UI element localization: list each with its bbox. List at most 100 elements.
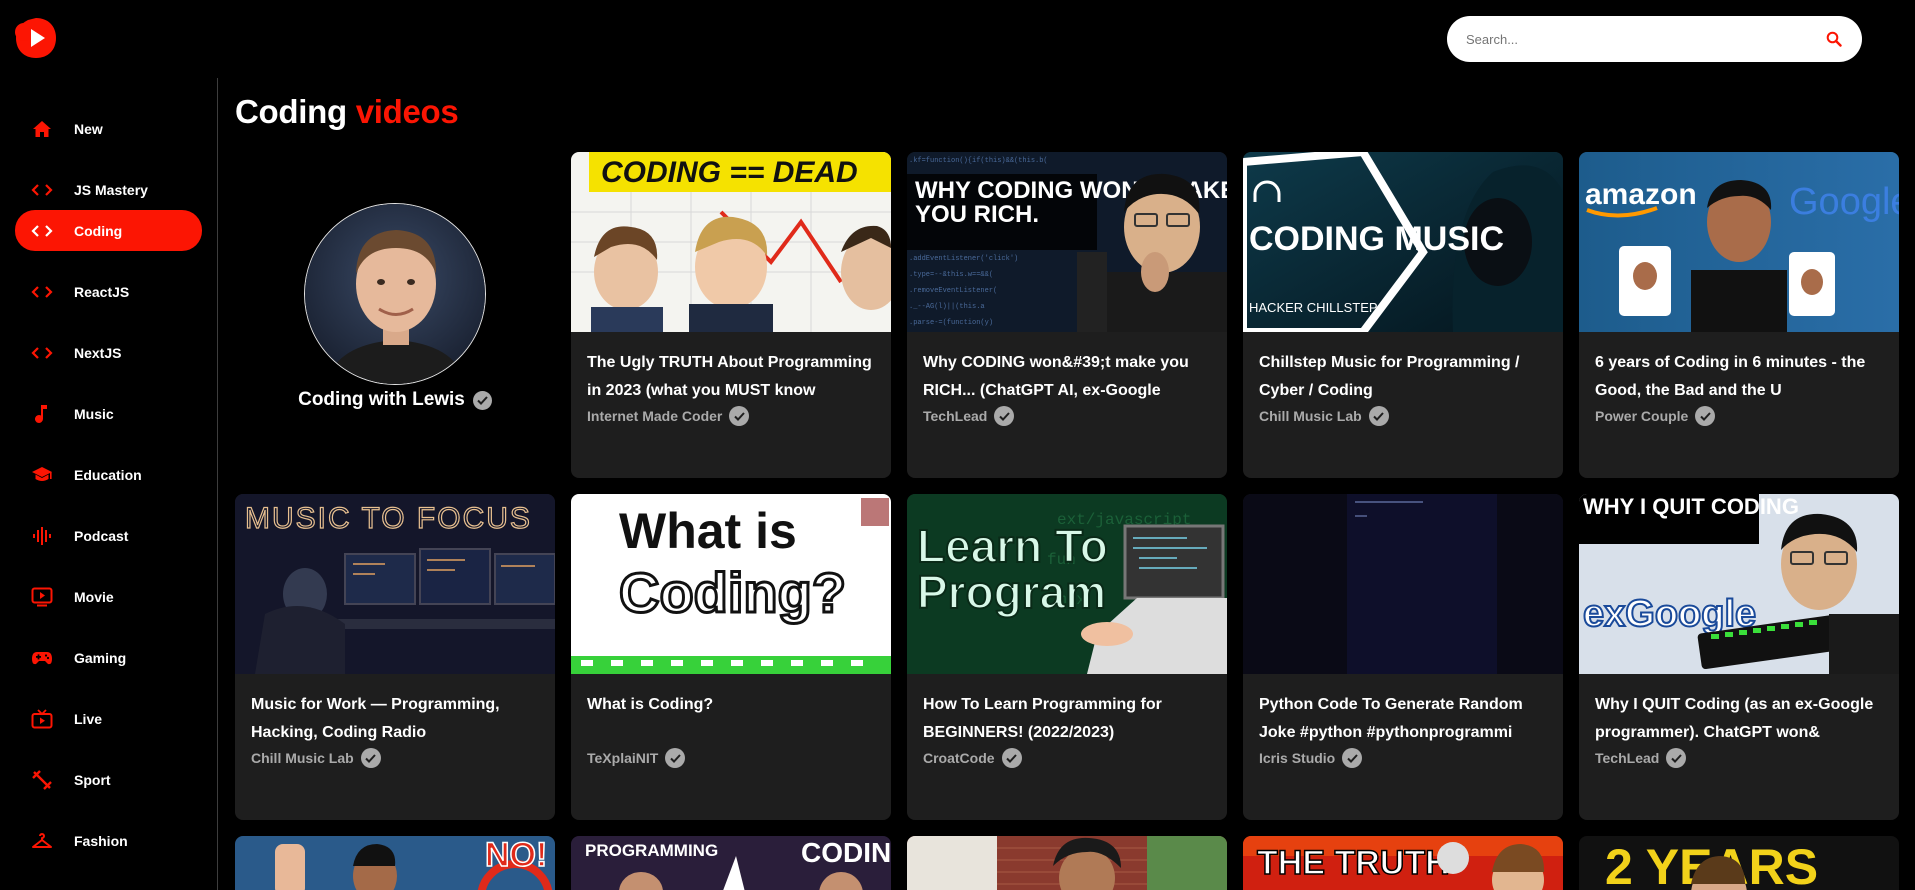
sidebar-item-label: Fashion (74, 832, 128, 849)
sidebar-item-movie[interactable]: Movie (15, 576, 202, 617)
channel-card[interactable]: Coding with Lewis (235, 152, 555, 478)
thumbnail-text: WHY I QUIT CODING (1583, 494, 1799, 519)
hanger-icon (31, 830, 53, 852)
sidebar-item-reactjs[interactable]: ReactJS (15, 271, 202, 312)
thumbnail-text-2: exGoogle (1583, 593, 1756, 635)
video-title[interactable]: The Ugly TRUTH About Programming in 2023… (571, 332, 891, 405)
video-thumbnail[interactable]: What is Coding? (571, 494, 891, 674)
video-thumbnail[interactable] (907, 836, 1227, 890)
video-title[interactable]: Why I QUIT Coding (as an ex-Google progr… (1579, 674, 1899, 747)
sidebar-item-label: NextJS (74, 344, 122, 361)
video-card[interactable]: .kf=function(){if(this)&&(this.b(.addEve… (907, 152, 1227, 478)
svg-text:.addEventListener('click'): .addEventListener('click') (909, 255, 1018, 263)
search-icon[interactable] (1824, 29, 1844, 49)
verified-check-icon (665, 748, 686, 768)
video-channel[interactable]: TeXplaiNIT (587, 750, 658, 766)
sidebar-item-nextjs[interactable]: NextJS (15, 332, 202, 373)
video-channel[interactable]: TechLead (923, 408, 987, 424)
sidebar-item-podcast[interactable]: Podcast (15, 515, 202, 556)
sidebar-item-js-mastery[interactable]: JS Mastery (15, 169, 202, 210)
video-channel[interactable]: Chill Music Lab (1259, 408, 1362, 424)
video-channel[interactable]: Power Couple (1595, 408, 1688, 424)
code-icon (31, 220, 53, 242)
verified-check-icon (1695, 406, 1716, 426)
verified-check-icon (1001, 748, 1022, 768)
video-thumbnail[interactable]: CODING == DEAD (571, 152, 891, 332)
video-thumbnail[interactable]: ext/javascriptfunmax Learn To Program (907, 494, 1227, 674)
video-channel[interactable]: Icris Studio (1259, 750, 1335, 766)
video-title[interactable]: Chillstep Music for Programming / Cyber … (1243, 332, 1563, 405)
sidebar-item-music[interactable]: Music (15, 393, 202, 434)
thumbnail-text-2: Coding? (619, 561, 846, 624)
video-channel-row: Chill Music Lab (235, 748, 555, 768)
verified-check-icon (1342, 748, 1363, 768)
sidebar-item-label: JS Mastery (74, 181, 148, 198)
video-thumbnail[interactable] (1243, 494, 1563, 674)
sidebar-item-fashion[interactable]: Fashion (15, 820, 202, 861)
thumbnail-text: amazon (1585, 178, 1697, 211)
podcast-icon (31, 525, 53, 547)
video-card[interactable]: WHY I QUIT CODING exGoogle Why I QUIT Co… (1579, 494, 1899, 820)
thumbnail-text: PROGRAMMING (585, 841, 718, 860)
verified-check-icon (360, 748, 381, 768)
video-channel[interactable]: Chill Music Lab (251, 750, 354, 766)
video-thumbnail[interactable]: WHY I QUIT CODING exGoogle (1579, 494, 1899, 674)
video-thumbnail[interactable]: 2 YEARS (1579, 836, 1899, 890)
sidebar-item-sport[interactable]: Sport (15, 759, 202, 800)
video-thumbnail[interactable]: MUSIC TO FOCUS (235, 494, 555, 674)
page-title-accent: videos (355, 93, 459, 130)
youtube-logo[interactable] (14, 16, 58, 60)
sidebar-item-new[interactable]: New (15, 108, 202, 149)
sidebar-item-live[interactable]: Live (15, 698, 202, 739)
video-card[interactable]: MUSIC TO FOCUS Music for Work — Programm… (235, 494, 555, 820)
video-title[interactable]: Python Code To Generate Random Joke #pyt… (1243, 674, 1563, 747)
code-icon (31, 342, 53, 364)
search-bar (1447, 16, 1862, 62)
video-channel[interactable]: Internet Made Coder (587, 408, 722, 424)
verified-check-icon (1666, 748, 1687, 768)
verified-check-icon (472, 390, 492, 410)
video-thumbnail[interactable]: amazon Google (1579, 152, 1899, 332)
video-card[interactable]: What is Coding? What is Coding? TeXplaiN… (571, 494, 891, 820)
video-title[interactable]: What is Coding? (571, 674, 891, 747)
video-title[interactable]: How To Learn Programming for BEGINNERS! … (907, 674, 1227, 747)
school-icon (31, 464, 53, 486)
video-card[interactable]: ext/javascript fun max Learn To Program How… (907, 494, 1227, 820)
video-channel[interactable]: CroatCode (923, 750, 995, 766)
sidebar-item-label: ReactJS (74, 283, 130, 300)
video-card[interactable] (907, 836, 1227, 890)
video-card[interactable]: PROGRAMMING CODIN (571, 836, 891, 890)
gamepad-icon (31, 647, 53, 669)
sidebar-item-label: Gaming (74, 649, 127, 666)
thumbnail-text-2: Google (1789, 181, 1899, 223)
video-thumbnail[interactable]: NO! (235, 836, 555, 890)
sidebar-item-education[interactable]: Education (15, 454, 202, 495)
thumbnail-text: MUSIC TO FOCUS (245, 502, 532, 535)
video-card[interactable]: CODING == DEAD The Ugly TRUTH About Prog… (571, 152, 891, 478)
search-input[interactable] (1466, 31, 1824, 47)
video-title[interactable]: Music for Work — Programming, Hacking, C… (235, 674, 555, 747)
video-card[interactable]: NO! (235, 836, 555, 890)
video-card[interactable]: 2 YEARS (1579, 836, 1899, 890)
video-thumbnail[interactable]: .kf=function(){if(this)&&(this.b(.addEve… (907, 152, 1227, 332)
thumbnail-text: CODING MUSIC (1249, 220, 1504, 258)
video-title[interactable]: Why CODING won&#39;t make you RICH... (C… (907, 332, 1227, 405)
video-thumbnail[interactable]: CODING MUSIC HACKER CHILLSTEP (1243, 152, 1563, 332)
video-thumbnail[interactable]: THE TRUTH (1243, 836, 1563, 890)
code-icon (31, 281, 53, 303)
video-channel-row: Power Couple (1579, 406, 1899, 426)
video-thumbnail[interactable]: PROGRAMMING CODIN (571, 836, 891, 890)
video-card[interactable]: Python Code To Generate Random Joke #pyt… (1243, 494, 1563, 820)
verified-check-icon (1368, 406, 1389, 426)
sidebar-item-coding[interactable]: Coding (15, 210, 202, 251)
svg-text:.parse-=(function(y): .parse-=(function(y) (909, 319, 993, 327)
video-card[interactable]: THE TRUTH (1243, 836, 1563, 890)
video-card[interactable]: CODING MUSIC HACKER CHILLSTEP Chillstep … (1243, 152, 1563, 478)
live-tv-icon (31, 708, 53, 730)
video-card[interactable]: amazon Google 6 years of Coding in 6 min… (1579, 152, 1899, 478)
video-channel[interactable]: TechLead (1595, 750, 1659, 766)
sidebar-item-gaming[interactable]: Gaming (15, 637, 202, 678)
sidebar: New JS Mastery Coding ReactJS NextJS Mus… (0, 78, 218, 890)
channel-avatar[interactable] (304, 203, 486, 385)
video-title[interactable]: 6 years of Coding in 6 minutes - the Goo… (1579, 332, 1899, 405)
